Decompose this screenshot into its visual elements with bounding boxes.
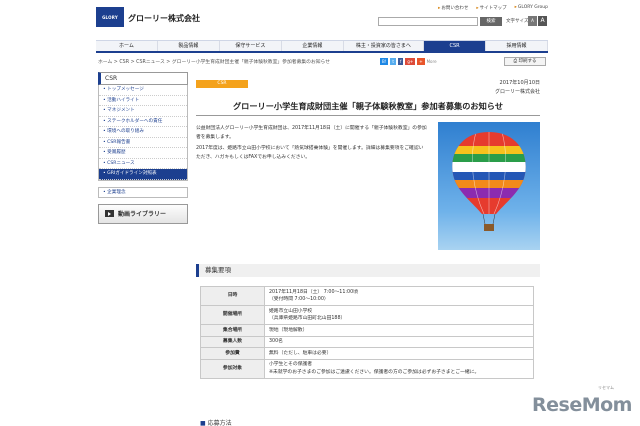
glory-group-link[interactable]: GLORY Group [515,5,548,11]
global-nav: ホーム 製品情報 保守サービス 企業情報 株主・投資家の皆さまへ CSR 採用情… [96,40,548,53]
nav-careers[interactable]: 採用情報 [486,41,548,51]
nav-products[interactable]: 製品情報 [158,41,220,51]
hot-air-balloon-photo [438,122,540,250]
sidebar-item-awards[interactable]: 受賞履歴 [99,148,187,159]
video-icon [105,210,114,217]
brand-name: グローリー株式会社 [128,14,200,23]
row-value-fee: 無料（ただし、駐車は必要） [264,347,534,360]
watermark-site-label: リセマム [598,385,614,390]
apply-method-heading: 応募方法 [200,418,232,426]
video-library-label: 動画ライブラリー [118,211,167,218]
row-label-datetime: 日時 [200,286,265,306]
row-value-meeting-point: 現地（現地解散） [264,324,534,337]
utility-links: お問い合わせ サイトマップ GLORY Group [438,5,548,11]
article-date: 2017年10月10日 [499,80,540,86]
google-plus-icon[interactable]: g+ [405,58,416,65]
nav-home[interactable]: ホーム [96,41,158,51]
sidebar: CSR トップメッセージ 活動ハイライト マネジメント ステークホルダーへの責任… [98,72,188,224]
row-value-eligibility: 小学生とその保護者 ※未就学のお子さまのご参加はご遠慮ください。保護者の方のご参… [264,358,534,379]
sidebar-item-environment[interactable]: 環境への取り組み [99,127,187,138]
sitemap-link[interactable]: サイトマップ [476,5,507,11]
row-value-venue: 姫路市立山田小学校 （兵庫県姫路市山田町北山田188） [264,305,534,325]
sidebar-item-stakeholders[interactable]: ステークホルダーへの責任 [99,117,187,127]
outline-table: 日時 2017年11月18日（土） 7:00〜11:00頃 （受付時間 7:00… [200,286,534,379]
row-value-datetime: 2017年11月18日（土） 7:00〜11:00頃 （受付時間 7:00〜10… [264,286,534,306]
hatena-bookmark-icon[interactable]: B! [380,58,389,65]
nav-maintenance[interactable]: 保守サービス [220,41,282,51]
nav-investors[interactable]: 株主・投資家の皆さまへ [344,41,425,51]
article-paragraph-2: 2017年度は、姫路市立山田小学校において「熱気球搭乗体験」を開催します。詳細は… [196,146,424,160]
addthis-icon[interactable]: + [417,58,425,65]
sidebar-item-gri-guideline[interactable]: GRIガイドライン対照表 [99,169,187,180]
category-badge: CSR [196,80,248,88]
table-row: 開催場所 姫路市立山田小学校 （兵庫県姫路市山田町北山田188） [200,305,534,325]
sidebar-heading[interactable]: CSR [98,72,188,85]
sidebar-list: トップメッセージ 活動ハイライト マネジメント ステークホルダーへの責任 環境へ… [98,85,188,181]
table-row: 集合場所 現地（現地解散） [200,324,534,337]
article-publisher: グローリー株式会社 [494,89,540,95]
row-label-venue: 開催場所 [200,305,265,325]
hot-air-balloon-illustration [452,132,526,231]
article-paragraph-1: 公益財団法人グローリー小学生育成財団は、2017年11月18日（土）に開催する「… [196,126,427,140]
row-label-meeting-point: 集合場所 [200,324,265,337]
row-label-fee: 参加費 [200,347,265,360]
resemom-watermark: ReseMom [532,394,632,416]
text-size-large-button[interactable]: A [538,16,547,26]
article-title: グローリー小学生育成財団主催「親子体験秋教室」参加者募集のお知らせ [196,100,540,116]
search-button[interactable]: 検索 [480,17,502,26]
table-row: 参加対象 小学生とその保護者 ※未就学のお子さまのご参加はご遠慮ください。保護者… [200,358,534,379]
page-container: GLORY グローリー株式会社 お問い合わせ サイトマップ GLORY Grou… [96,0,548,426]
video-library-button[interactable]: 動画ライブラリー [98,203,188,224]
text-size-label: 文字サイズ [506,19,529,24]
nav-company[interactable]: 企業情報 [282,41,344,51]
table-row: 参加費 無料（ただし、駐車は必要） [200,347,534,360]
print-button[interactable]: ⎙ 印刷する [504,57,546,66]
sidebar-item-csr-report[interactable]: CSR報告書 [99,138,187,148]
contact-link[interactable]: お問い合わせ [438,5,468,11]
outline-heading: 募集要項 [196,264,540,277]
breadcrumb[interactable]: ホーム > CSR > CSRニュース > グローリー小学生育成財団主催「親子体… [98,58,330,65]
table-row: 日時 2017年11月18日（土） 7:00〜11:00頃 （受付時間 7:00… [200,286,534,306]
sidebar-item-csr-news[interactable]: CSRニュース [99,159,187,169]
glory-logo[interactable]: GLORY [96,7,124,27]
print-button-label: 印刷する [518,59,537,64]
sidebar-item-philosophy[interactable]: 企業理念 [98,186,188,198]
table-row: 募集人数 300名 [200,335,534,348]
sidebar-item-top-message[interactable]: トップメッセージ [99,85,187,96]
nav-csr[interactable]: CSR [424,41,487,51]
row-label-capacity: 募集人数 [200,335,265,348]
search-input[interactable] [378,17,478,26]
facebook-icon[interactable]: f [397,58,404,65]
sidebar-item-highlights[interactable]: 活動ハイライト [99,96,187,106]
row-label-eligibility: 参加対象 [200,358,265,379]
row-value-capacity: 300名 [264,335,534,348]
article-body: 公益財団法人グローリー小学生育成財団は、2017年11月18日（土）に開催する「… [196,124,428,164]
sidebar-item-management[interactable]: マネジメント [99,106,187,117]
twitter-icon[interactable]: t [390,58,396,65]
share-more-link[interactable]: More [427,59,437,64]
text-size-small-button[interactable]: A [528,16,537,26]
share-bar: B! t f g+ + More [380,58,437,65]
